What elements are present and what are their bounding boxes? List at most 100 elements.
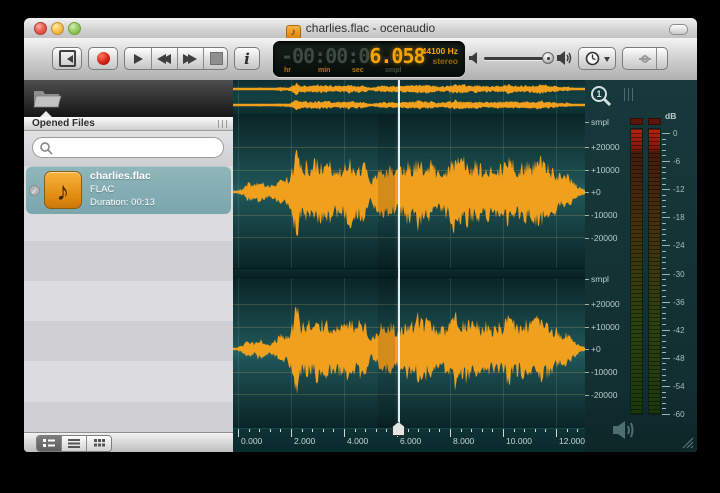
- file-duration: Duration: 00:13: [90, 197, 155, 208]
- fast-forward-button[interactable]: [177, 48, 204, 69]
- go-to-start-button[interactable]: [52, 47, 82, 70]
- audio-file-icon: ♪: [44, 171, 82, 209]
- list-row[interactable]: [24, 321, 233, 361]
- folder-icon[interactable]: [32, 85, 62, 111]
- view-grid-button[interactable]: [87, 436, 111, 451]
- history-clock-button[interactable]: [578, 47, 616, 70]
- desktop: ♪charlies.flac - ocenaudio i -00:00:06.0…: [0, 0, 720, 493]
- db-minor-tick: [662, 380, 666, 381]
- time-tick: [333, 429, 334, 432]
- db-tick: [662, 358, 670, 359]
- amp-tick-label: +0: [591, 187, 601, 197]
- clip-led-right: [648, 118, 661, 125]
- view-detail-button[interactable]: [37, 436, 62, 451]
- db-tick-label: -48: [673, 354, 685, 363]
- db-tick: [662, 414, 670, 415]
- amp-tick: [585, 349, 589, 350]
- db-tick: [662, 274, 670, 275]
- waveform-channel-right[interactable]: [233, 278, 585, 428]
- sidebar-tabstrip: [24, 80, 233, 117]
- grid-view-icon: [94, 439, 105, 448]
- toolbar-toggle-button[interactable]: [669, 24, 688, 35]
- monitor-speaker-icon[interactable]: [610, 418, 640, 442]
- db-tick-label: -6: [673, 157, 680, 166]
- db-minor-tick: [662, 172, 666, 173]
- volume-slider-track[interactable]: [484, 57, 550, 60]
- time-tick: [577, 429, 578, 432]
- meter-red-zone: [649, 129, 660, 151]
- time-tick: [567, 429, 568, 432]
- db-minor-tick: [662, 352, 666, 353]
- info-icon: i: [244, 50, 250, 68]
- db-minor-tick: [662, 363, 666, 364]
- amp-tick: [585, 147, 589, 148]
- list-row[interactable]: [24, 241, 233, 281]
- zoom-level-icon[interactable]: 1: [589, 84, 615, 110]
- db-minor-tick: [662, 347, 666, 348]
- time-tick: [461, 429, 462, 432]
- ocenaudio-window: ♪charlies.flac - ocenaudio i -00:00:06.0…: [24, 18, 697, 452]
- overview-strip[interactable]: [233, 80, 585, 115]
- channel-separator: [233, 268, 585, 278]
- file-item-selected[interactable]: ✓ ♪ charlies.flac FLAC Duration: 00:13: [26, 166, 231, 214]
- skip-to-start-icon: [59, 50, 76, 67]
- amp-tick-label: +10000: [591, 165, 620, 175]
- db-minor-tick: [662, 408, 666, 409]
- time-tick: [291, 429, 292, 437]
- db-minor-tick: [662, 206, 666, 207]
- record-button[interactable]: [88, 47, 118, 70]
- file-format: FLAC: [90, 184, 155, 195]
- panel-title: Opened Files: [32, 118, 95, 129]
- stop-button[interactable]: [203, 48, 229, 69]
- time-tick: [429, 429, 430, 432]
- db-minor-tick: [662, 403, 666, 404]
- time-tick: [524, 429, 525, 432]
- record-icon: [97, 52, 110, 65]
- time-axis[interactable]: 0.0002.0004.0006.0008.00010.00012.000: [233, 428, 585, 452]
- time-display[interactable]: -00:00:06.058 hr min sec smpl 44100 Hz s…: [273, 41, 465, 77]
- time-tick: [492, 429, 493, 432]
- lcd-dim-digits: -00:00:0: [281, 44, 369, 68]
- db-tick-label: -24: [673, 241, 685, 250]
- resize-grip[interactable]: [680, 435, 696, 449]
- time-tick-label: 2.000: [294, 436, 315, 446]
- time-tick: [545, 429, 546, 432]
- waveform-path: [233, 80, 585, 114]
- db-minor-tick: [662, 335, 666, 336]
- titlebar[interactable]: ♪charlies.flac - ocenaudio: [24, 18, 697, 39]
- smpl-label: smpl: [591, 117, 609, 127]
- nav-group: [622, 47, 668, 70]
- time-tick: [514, 429, 515, 432]
- time-tick-label: 4.000: [347, 436, 368, 446]
- time-tick: [408, 429, 409, 432]
- db-tick-label: -36: [673, 298, 685, 307]
- db-minor-tick: [662, 296, 666, 297]
- db-unit-label: dB: [665, 111, 676, 121]
- chevron-down-icon: [604, 57, 610, 65]
- play-button[interactable]: [125, 48, 152, 69]
- search-input[interactable]: [57, 140, 221, 157]
- view-list-button[interactable]: [62, 436, 87, 451]
- db-tick: [662, 386, 670, 387]
- forward-button[interactable]: [634, 48, 657, 69]
- db-minor-tick: [662, 313, 666, 314]
- volume-slider-knob[interactable]: [542, 52, 554, 64]
- smpl-label: smpl: [591, 274, 609, 284]
- time-tick: [386, 429, 387, 432]
- rewind-button[interactable]: [151, 48, 178, 69]
- waveform-channel-left[interactable]: [233, 114, 585, 268]
- db-minor-tick: [662, 184, 666, 185]
- panel-grip-icon[interactable]: [218, 120, 227, 128]
- lcd-unit-hr: hr: [284, 67, 291, 74]
- time-tick: [471, 429, 472, 432]
- db-minor-tick: [662, 268, 666, 269]
- lcd-digits: -00:00:06.058: [281, 44, 425, 68]
- list-row[interactable]: [24, 402, 233, 432]
- lcd-unit-sec: sec: [352, 67, 364, 74]
- amp-tick-label: -10000: [591, 367, 617, 377]
- lcd-current-time: 6.058: [369, 44, 424, 68]
- search-field[interactable]: [32, 137, 224, 158]
- info-button[interactable]: i: [234, 47, 260, 70]
- meter-grip-icon[interactable]: [624, 88, 634, 101]
- meter-red-zone: [631, 129, 642, 151]
